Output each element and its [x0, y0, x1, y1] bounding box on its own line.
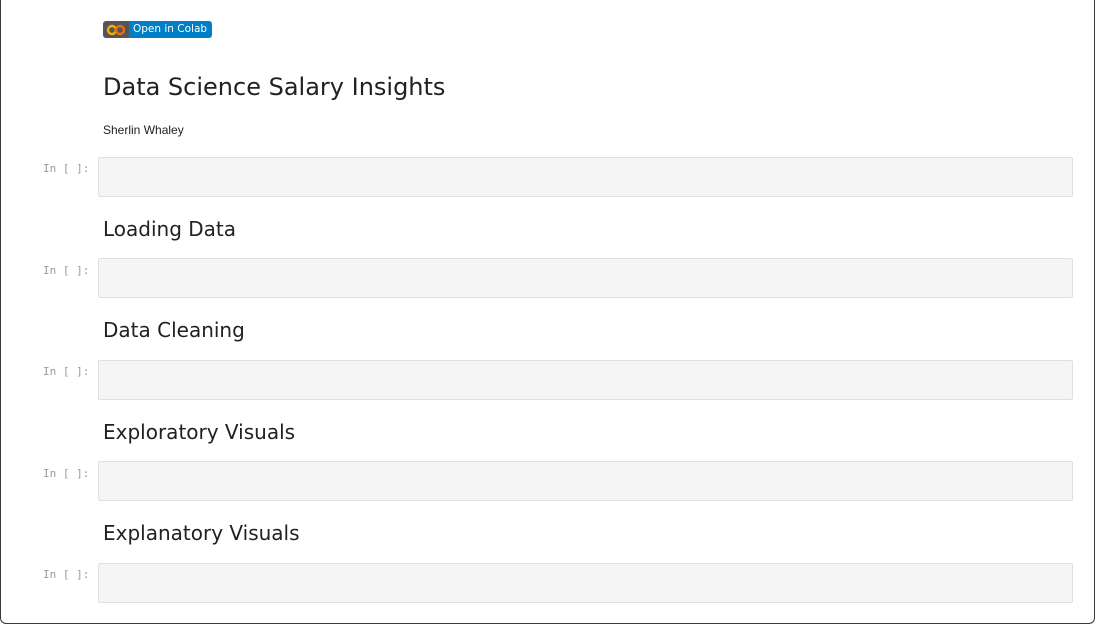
code-cell[interactable]	[98, 360, 1073, 400]
notebook: Open in Colab Data Science Salary Insigh…	[1, 0, 1094, 623]
notebook-window: Open in Colab Data Science Salary Insigh…	[0, 0, 1095, 624]
open-in-colab-label: Open in Colab	[129, 21, 213, 38]
code-cell[interactable]	[98, 461, 1073, 501]
section-heading-data-cleaning: Data Cleaning	[103, 318, 245, 342]
section-heading-loading-data: Loading Data	[103, 217, 237, 241]
code-cell[interactable]	[98, 563, 1073, 603]
cell-prompt: In [ ]:	[43, 264, 90, 277]
cell-prompt: In [ ]:	[43, 568, 90, 581]
notebook-title: Data Science Salary Insights	[103, 73, 446, 101]
section-heading-explanatory-visuals: Explanatory Visuals	[103, 521, 300, 545]
code-cell[interactable]	[98, 258, 1073, 298]
section-heading-exploratory-visuals: Exploratory Visuals	[103, 420, 296, 444]
notebook-author: Sherlin Whaley	[103, 123, 184, 137]
code-cell[interactable]	[98, 157, 1073, 197]
colab-logo-icon	[103, 21, 129, 38]
cell-prompt: In [ ]:	[43, 162, 90, 175]
open-in-colab-badge[interactable]: Open in Colab	[103, 21, 213, 38]
cell-prompt: In [ ]:	[43, 467, 90, 480]
cell-prompt: In [ ]:	[43, 365, 90, 378]
